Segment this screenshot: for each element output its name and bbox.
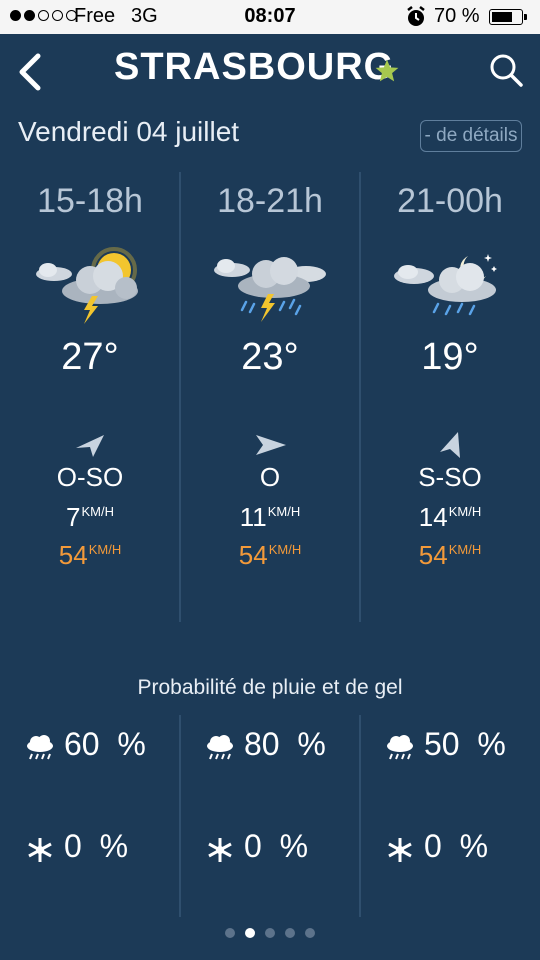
wind-direction: S-SO: [418, 462, 482, 492]
frost-probability: 0 %: [180, 828, 360, 868]
favorite-star-icon[interactable]: [374, 58, 400, 84]
temperature: 27°: [61, 336, 119, 378]
less-details-button[interactable]: - de détails: [420, 120, 522, 152]
rain-probability: 50 %: [360, 726, 540, 766]
rain-probability: 60 %: [0, 726, 180, 766]
wind-gust: 54KM/H: [58, 540, 122, 570]
frost-probability: 0 %: [0, 828, 180, 868]
frost-probability: 0 %: [360, 828, 540, 868]
page-indicator[interactable]: [0, 928, 540, 938]
period-label: 18-21h: [217, 182, 323, 220]
probability-column-3: 50 % 0 %: [360, 712, 540, 917]
wind-direction: O: [259, 462, 281, 492]
storm-rain-icon: [214, 257, 326, 322]
snowflake-icon: [208, 838, 232, 862]
rain-cloud-icon: [27, 735, 53, 760]
wind-gust: 54KM/H: [418, 540, 482, 570]
forecast-column-2: 18-21h 23° O 11KM/H 54KM/H: [180, 172, 360, 622]
search-icon[interactable]: [488, 52, 524, 88]
page-dot[interactable]: [225, 928, 235, 938]
wind-direction-arrow-icon: [76, 435, 104, 457]
rain-cloud-icon: [387, 735, 413, 760]
period-label: 15-18h: [37, 182, 143, 220]
temperature: 19°: [421, 336, 479, 378]
night-rain-icon: [394, 254, 497, 316]
wind-gust: 54KM/H: [238, 540, 302, 570]
wind-speed: 14KM/H: [418, 502, 482, 532]
probability-column-1: 60 % 0 %: [0, 712, 180, 917]
snowflake-icon: [388, 838, 412, 862]
probability-column-2: 80 % 0 %: [180, 712, 360, 917]
rain-cloud-icon: [207, 735, 233, 760]
forecast-date: Vendredi 04 juillet: [18, 116, 240, 147]
page-dot[interactable]: [285, 928, 295, 938]
status-bar: Free 3G 08:07 70 %: [0, 0, 540, 34]
snowflake-icon: [28, 838, 52, 862]
battery-icon: [489, 9, 523, 25]
alarm-clock-icon: [407, 6, 425, 26]
probability-title: Probabilité de pluie et de gel: [137, 676, 403, 699]
wind-speed: 7KM/H: [66, 502, 114, 532]
city-title: STRASBOURG: [114, 46, 395, 88]
page-dot[interactable]: [305, 928, 315, 938]
wind-direction-arrow-icon: [256, 435, 286, 455]
page-dot[interactable]: [265, 928, 275, 938]
page-dot-active[interactable]: [245, 928, 255, 938]
wind-direction-arrow-icon: [440, 432, 460, 458]
rain-probability: 80 %: [180, 726, 360, 766]
forecast-column-1: 15-18h 27° O-SO 7KM/H 54KM/H: [0, 172, 180, 622]
temperature: 23°: [241, 336, 299, 378]
battery-percent: 70 %: [434, 5, 480, 27]
forecast-column-3: 21-00h 19° S-SO 14KM/H 54KM/H: [360, 172, 540, 622]
storm-sun-icon: [36, 247, 138, 324]
period-label: 21-00h: [397, 182, 503, 220]
wind-direction: O-SO: [56, 462, 124, 492]
back-chevron-icon[interactable]: [14, 52, 48, 92]
wind-speed: 11KM/H: [239, 502, 301, 532]
